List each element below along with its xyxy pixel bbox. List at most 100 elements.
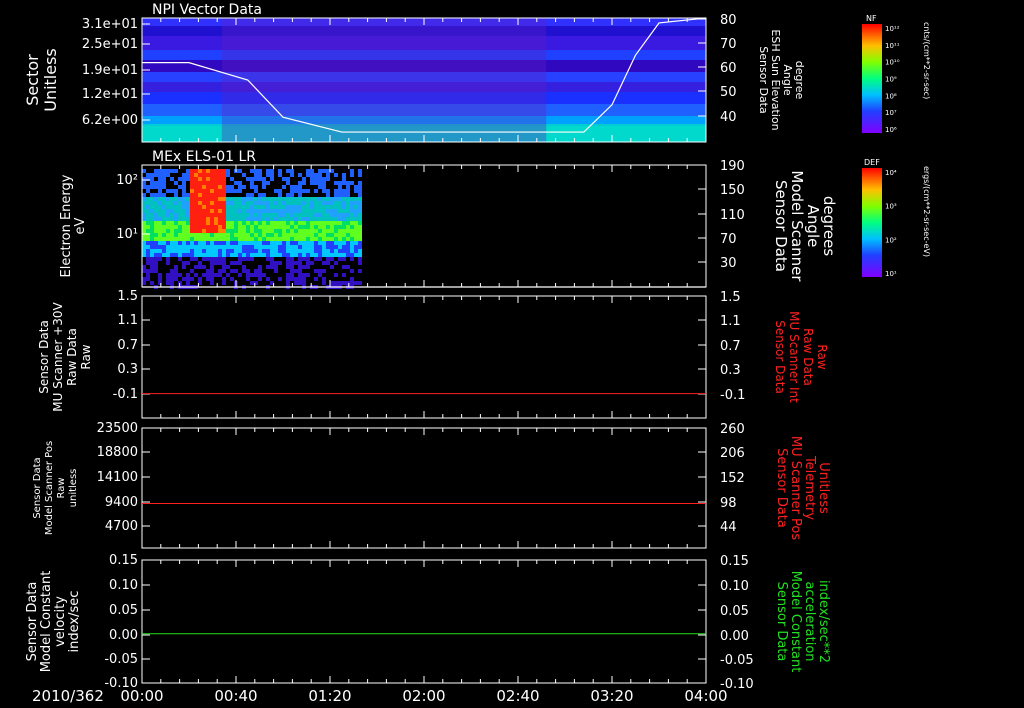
spectrogram-cell bbox=[166, 201, 170, 205]
spectrogram-cell bbox=[354, 265, 358, 269]
spectrogram-cell bbox=[330, 241, 334, 245]
spectrogram-cell bbox=[214, 277, 218, 281]
spectrogram-cell bbox=[322, 281, 326, 285]
spectrogram-cell bbox=[226, 229, 230, 233]
spectrogram-cell bbox=[194, 185, 198, 189]
spectrogram-cell bbox=[306, 173, 310, 177]
spectrogram-cell bbox=[174, 257, 178, 261]
spectrogram-cell bbox=[290, 213, 294, 217]
spectrogram-cell bbox=[210, 245, 214, 249]
spectrogram-cell bbox=[346, 225, 350, 229]
spectrogram-cell bbox=[198, 205, 202, 209]
spectrogram-cell bbox=[342, 257, 346, 261]
spectrogram-cell bbox=[254, 217, 258, 221]
spectrogram-cell bbox=[282, 269, 286, 273]
spectrogram-cell bbox=[178, 213, 182, 217]
spectrogram-cell bbox=[242, 233, 246, 237]
spectrogram-cell bbox=[150, 169, 154, 173]
spectrogram-cell bbox=[166, 185, 170, 189]
spectrogram-cell bbox=[238, 217, 242, 221]
spectrogram-cell bbox=[262, 217, 266, 221]
spectrogram-cell bbox=[266, 261, 270, 265]
spectrogram-cell bbox=[314, 245, 318, 249]
spectrogram-cell bbox=[298, 177, 302, 181]
spectrogram-cell bbox=[358, 253, 362, 257]
spectrogram-cell bbox=[190, 209, 194, 213]
spectrogram-cell bbox=[246, 221, 250, 225]
right-axis-label: Raw Data bbox=[801, 328, 815, 386]
spectrogram-cell bbox=[218, 225, 222, 229]
spectrogram-cell bbox=[246, 177, 250, 181]
spectrogram-cell bbox=[258, 177, 262, 181]
spectrogram-cell bbox=[178, 177, 182, 181]
spectrogram-cell bbox=[142, 209, 146, 213]
spectrogram-cell bbox=[258, 265, 262, 269]
spectrogram-cell bbox=[170, 245, 174, 249]
spectrogram-cell bbox=[242, 245, 246, 249]
colorbar-tick-label: 10³ bbox=[885, 203, 897, 211]
spectrogram-cell bbox=[350, 269, 354, 273]
spectrogram-cell bbox=[258, 173, 262, 177]
spectrogram-cell bbox=[250, 281, 254, 285]
spectrogram-cell bbox=[274, 233, 278, 237]
spectrogram-cell bbox=[218, 241, 222, 245]
spectrogram-cell bbox=[342, 213, 346, 217]
spectrogram-cell bbox=[350, 181, 354, 185]
spectrogram-cell bbox=[206, 177, 210, 181]
spectrogram-cell bbox=[330, 221, 334, 225]
spectrogram-cell bbox=[142, 265, 146, 269]
spectrogram-cell bbox=[210, 221, 214, 225]
spectrogram-cell bbox=[314, 173, 318, 177]
spectrogram-cell bbox=[350, 265, 354, 269]
spectrogram-cell bbox=[354, 225, 358, 229]
spectrogram-cell bbox=[330, 249, 334, 253]
spectrogram-cell bbox=[170, 265, 174, 269]
spectrogram-cell bbox=[178, 269, 182, 273]
spectrogram-cell bbox=[274, 241, 278, 245]
spectrogram-cell bbox=[158, 261, 162, 265]
spectrogram-cell bbox=[162, 249, 166, 253]
spectrogram-cell bbox=[258, 209, 262, 213]
spectrogram-cell bbox=[258, 197, 262, 201]
spectrogram-cell bbox=[202, 181, 206, 185]
spectrogram-cell bbox=[262, 229, 266, 233]
spectrogram-cell bbox=[254, 261, 258, 265]
spectrogram-cell bbox=[358, 193, 362, 197]
spectrogram-cell bbox=[150, 241, 154, 245]
spectrogram-cell bbox=[194, 201, 198, 205]
spectrogram-cell bbox=[214, 189, 218, 193]
y-axis-label: Raw Data bbox=[65, 328, 79, 386]
spectrogram-cell bbox=[178, 253, 182, 257]
spectrogram-cell bbox=[310, 261, 314, 265]
spectrogram-cell bbox=[150, 185, 154, 189]
spectrogram-cell bbox=[210, 265, 214, 269]
spectrogram-cell bbox=[170, 241, 174, 245]
spectrogram-cell bbox=[258, 193, 262, 197]
spectrogram-cell bbox=[298, 197, 302, 201]
spectrogram-cell bbox=[302, 237, 306, 241]
spectrogram-cell bbox=[210, 229, 214, 233]
spectrogram-cell bbox=[194, 169, 198, 173]
spectrogram-cell bbox=[306, 217, 310, 221]
spectrogram-cell bbox=[310, 241, 314, 245]
spectrogram-cell bbox=[234, 193, 238, 197]
spectrogram-cell bbox=[238, 221, 242, 225]
spectrogram-cell bbox=[306, 169, 310, 173]
spectrogram-cell bbox=[338, 173, 342, 177]
spectrogram-cell bbox=[298, 245, 302, 249]
spectrogram-cell bbox=[206, 237, 210, 241]
spectrogram-cell bbox=[190, 193, 194, 197]
spectrogram-cell bbox=[266, 253, 270, 257]
spectrogram-cell bbox=[262, 245, 266, 249]
spectrogram-cell bbox=[226, 257, 230, 261]
right-tick-label: 98 bbox=[720, 496, 737, 511]
spectrogram-cell bbox=[186, 245, 190, 249]
spectrogram-cell bbox=[338, 261, 342, 265]
spectrogram-cell bbox=[186, 257, 190, 261]
spectrogram-cell bbox=[314, 181, 318, 185]
spectrogram-cell bbox=[218, 197, 222, 201]
spectrogram-cell bbox=[222, 173, 226, 177]
spectrogram-cell bbox=[146, 193, 150, 197]
colorbar-nf-gradient bbox=[862, 24, 882, 133]
spectrogram-cell bbox=[170, 185, 174, 189]
